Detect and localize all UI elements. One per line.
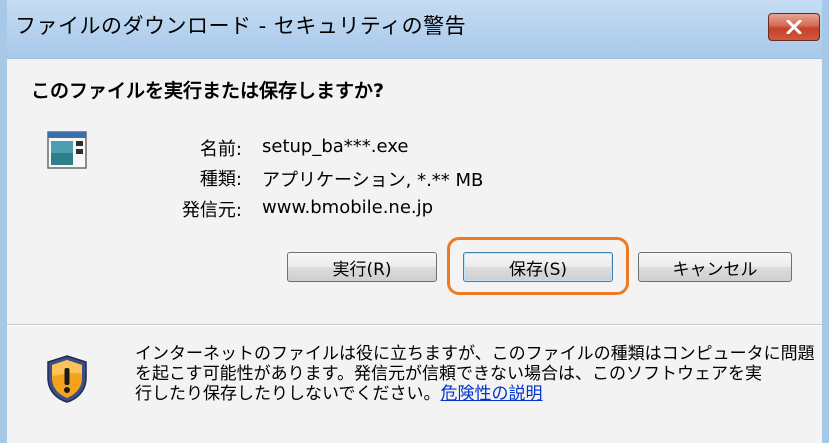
close-icon — [786, 20, 802, 34]
title-bar[interactable]: ファイルのダウンロード - セキュリティの警告 — [7, 0, 822, 59]
close-button[interactable] — [768, 13, 820, 41]
warning-line-2: を起こす可能性があります。発信元が信頼できない場合は、このソフトウェアを実 — [135, 364, 762, 384]
dialog-body: このファイルを実行または保存しますか? 名前: setup_ba***.exe … — [7, 59, 822, 443]
window-title: ファイルのダウンロード - セキュリティの警告 — [15, 14, 467, 38]
application-window-icon — [47, 131, 87, 169]
risk-explanation-link[interactable]: 危険性の説明 — [441, 384, 543, 404]
warning-line-3: 行したり保存したりしないでください。危険性の説明 — [135, 384, 815, 404]
file-source-label: 発信元: — [181, 200, 242, 221]
security-shield-icon — [45, 354, 89, 404]
file-source-value: www.bmobile.ne.jp — [262, 197, 434, 218]
separator — [7, 324, 822, 326]
dialog-question: このファイルを実行または保存しますか? — [31, 80, 385, 102]
file-type-label: 種類: — [199, 169, 242, 190]
file-type-value: アプリケーション, *.** MB — [262, 170, 484, 191]
run-button[interactable]: 実行(R) — [287, 252, 437, 282]
warning-line-1: インターネットのファイルは役に立ちますが、このファイルの種類はコンピュータに問題 — [135, 344, 815, 364]
warning-line-3-text: 行したり保存したりしないでください。 — [135, 384, 441, 404]
cancel-button[interactable]: キャンセル — [638, 252, 792, 282]
save-button-highlight — [447, 237, 629, 295]
file-name-value: setup_ba***.exe — [262, 136, 409, 157]
security-warning-text: インターネットのファイルは役に立ちますが、このファイルの種類はコンピュータに問題… — [135, 344, 815, 404]
download-security-dialog: ファイルのダウンロード - セキュリティの警告 このファイルを実行または保存しま… — [0, 0, 829, 443]
file-name-label: 名前: — [199, 139, 242, 160]
